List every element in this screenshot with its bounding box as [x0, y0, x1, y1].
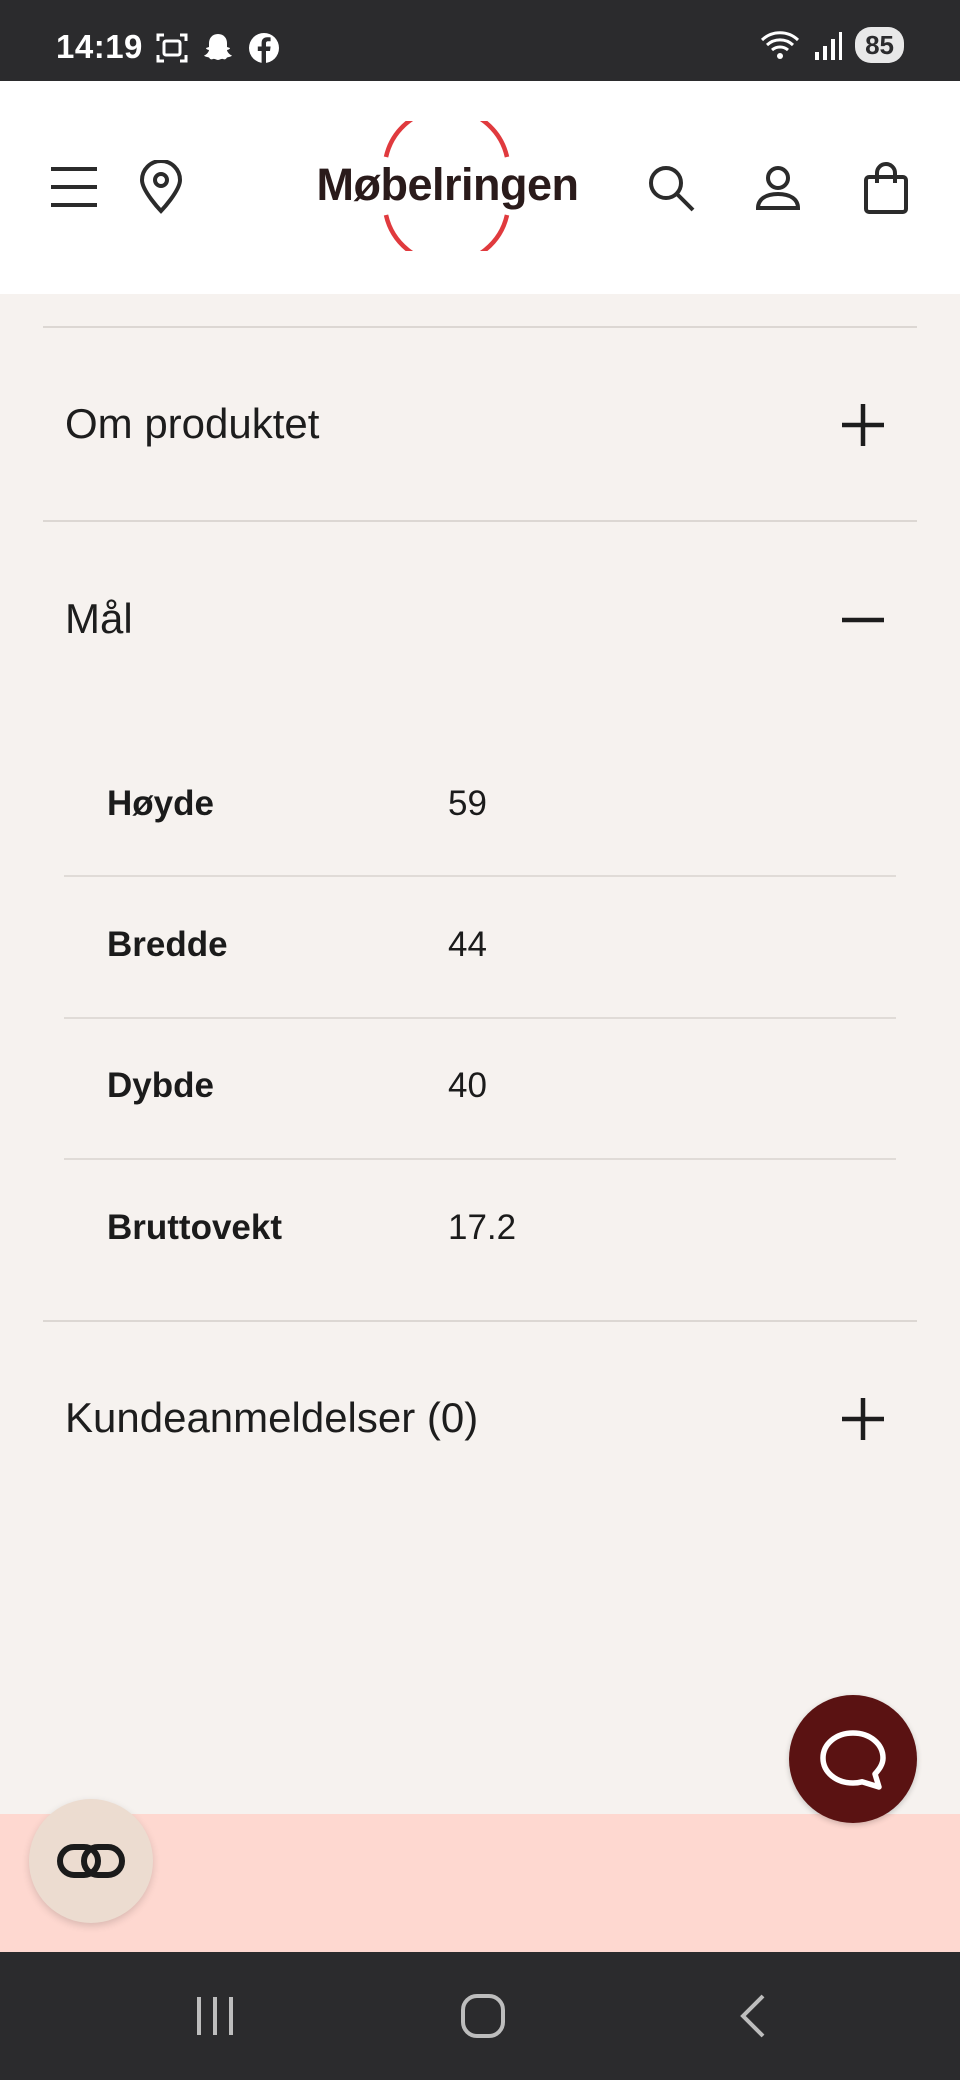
wifi-icon [761, 31, 800, 59]
plus-icon[interactable] [838, 1394, 888, 1444]
minus-icon[interactable] [838, 595, 888, 645]
battery-indicator: 85 [855, 27, 904, 63]
shopping-bag-icon [864, 162, 908, 214]
spec-label-width: Bredde [107, 925, 228, 964]
recent-apps-icon [197, 1997, 233, 2035]
chat-bubble-icon [820, 1730, 886, 1790]
location-pin-icon [139, 160, 183, 214]
row-divider [64, 1017, 896, 1019]
logo-text: Møbelringen [316, 159, 580, 210]
status-bar: 14:19 85 [0, 0, 960, 81]
spec-label-height: Høyde [107, 784, 214, 823]
spec-value-gross-weight: 17.2 [448, 1208, 517, 1247]
search-button[interactable] [645, 161, 697, 215]
row-divider [64, 875, 896, 877]
plus-icon[interactable] [838, 400, 888, 450]
facebook-icon [249, 33, 279, 63]
chat-button[interactable] [789, 1695, 917, 1823]
section-divider [43, 520, 917, 522]
link-icon [57, 1844, 125, 1878]
back-icon [740, 1994, 765, 2038]
home-icon [461, 1994, 505, 2038]
system-icons: 85 [759, 27, 904, 63]
menu-icon [51, 167, 97, 207]
accordion-dimensions-title[interactable]: Mål [65, 595, 133, 643]
accordion-reviews-title[interactable]: Kundeanmeldelser (0) [65, 1394, 478, 1442]
spec-value-depth: 40 [448, 1066, 487, 1105]
spec-label-gross-weight: Bruttovekt [107, 1208, 283, 1247]
account-button[interactable] [752, 161, 804, 215]
store-locator-button[interactable] [135, 159, 187, 215]
notification-icons [155, 31, 281, 65]
home-button[interactable] [453, 1988, 513, 2044]
spec-label-depth: Dybde [107, 1066, 214, 1105]
menu-button[interactable] [48, 163, 100, 211]
spec-value-height: 59 [448, 784, 487, 823]
screenshot-icon [156, 33, 188, 63]
signal-icon [815, 32, 843, 60]
back-button[interactable] [722, 1988, 782, 2044]
system-nav-bar [0, 1952, 960, 2080]
brand-logo[interactable]: Møbelringen [310, 121, 585, 251]
link-button[interactable] [29, 1799, 153, 1923]
row-divider [64, 1158, 896, 1160]
cart-button[interactable] [860, 159, 912, 217]
status-time: 14:19 [56, 28, 143, 65]
accordion-about-title: Om produktet [65, 400, 320, 447]
search-icon [649, 166, 695, 212]
section-divider [43, 326, 917, 328]
user-icon [755, 166, 801, 210]
snapchat-icon [204, 34, 232, 60]
spec-value-width: 44 [448, 925, 487, 964]
recent-apps-button[interactable] [185, 1988, 245, 2044]
section-divider [43, 1320, 917, 1322]
site-header: Møbelringen [0, 81, 960, 294]
